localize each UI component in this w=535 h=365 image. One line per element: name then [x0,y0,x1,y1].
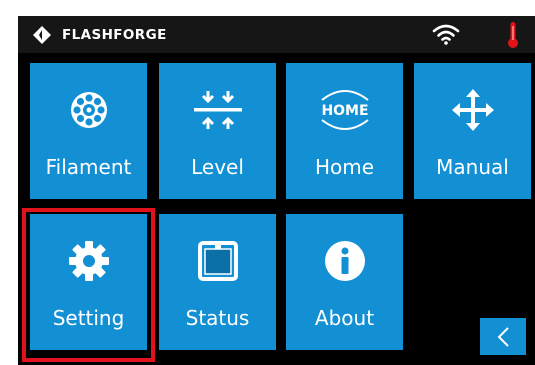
move-arrows-icon [451,89,494,131]
top-bar: FLASHFORGE [18,16,535,53]
info-icon [324,241,365,281]
home-icon-text: HOME [321,103,368,119]
wifi-icon[interactable] [432,22,460,46]
level-button[interactable]: Level [159,63,276,199]
flashforge-logo-icon [33,26,51,44]
status-button[interactable]: Status [159,214,276,350]
filament-spool-icon [70,92,107,128]
manual-button[interactable]: Manual [414,63,531,199]
home-icon: HOME [320,90,369,130]
brand: FLASHFORGE [32,24,167,46]
filament-label: Filament [45,155,132,179]
about-button[interactable]: About [286,214,403,350]
brand-name: FLASHFORGE [62,27,167,43]
chevron-left-icon [497,326,509,347]
about-label: About [314,306,375,330]
home-label: Home [314,155,375,179]
level-icon [193,91,242,129]
filament-button[interactable]: Filament [30,63,147,199]
level-label: Level [191,155,244,179]
manual-label: Manual [436,155,509,179]
selection-highlight [22,208,155,362]
thermometer-icon[interactable] [506,21,520,49]
back-button[interactable] [480,318,526,355]
status-label: Status [185,306,250,330]
home-button[interactable]: HOME Home [286,63,403,199]
printer-status-icon [197,241,238,281]
